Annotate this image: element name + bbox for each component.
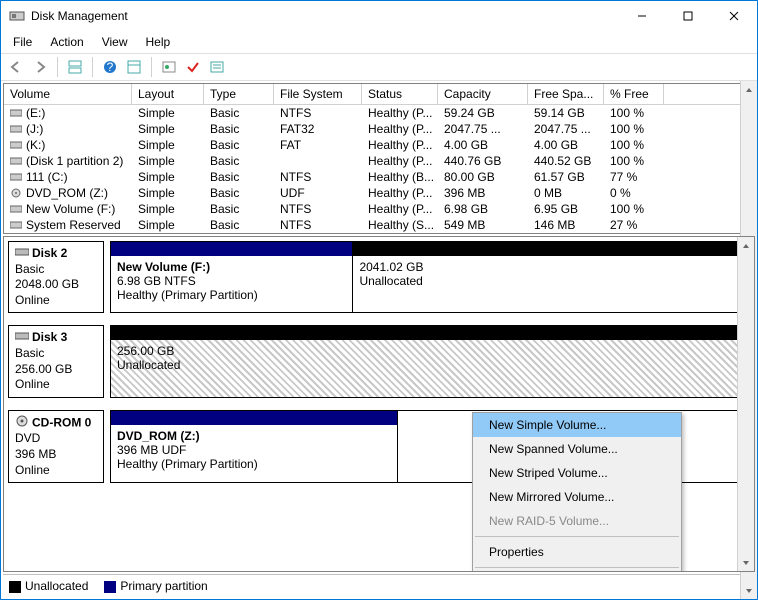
- forward-button[interactable]: [29, 56, 51, 78]
- disc-icon: [15, 415, 29, 432]
- menu-file[interactable]: File: [5, 33, 40, 51]
- column-volume[interactable]: Volume: [4, 84, 132, 104]
- disk-row: Disk 2 Basic 2048.00 GB Online New Volum…: [8, 241, 750, 313]
- partition-bar: [353, 242, 749, 256]
- table-row[interactable]: (E:)SimpleBasicNTFSHealthy (P...59.24 GB…: [4, 105, 754, 121]
- volume-list: Volume Layout Type File System Status Ca…: [3, 83, 755, 234]
- refresh-icon[interactable]: [158, 56, 180, 78]
- scroll-down-icon[interactable]: [738, 554, 754, 571]
- scroll-up-icon[interactable]: [741, 81, 757, 98]
- disk-icon: [15, 330, 29, 346]
- disk-management-window: Disk Management File Action View Help ? …: [0, 0, 758, 600]
- partition-unallocated[interactable]: 2041.02 GB Unallocated: [353, 242, 749, 312]
- toolbar: ?: [1, 53, 757, 81]
- column-capacity[interactable]: Capacity: [438, 84, 528, 104]
- list-icon[interactable]: [206, 56, 228, 78]
- partition-unallocated[interactable]: 256.00 GB Unallocated: [111, 326, 749, 396]
- window-title: Disk Management: [31, 9, 619, 23]
- scrollbar[interactable]: [737, 237, 754, 571]
- menu-help[interactable]: Help: [138, 33, 179, 51]
- content-area: Volume Layout Type File System Status Ca…: [1, 81, 757, 599]
- volume-list-body[interactable]: (E:)SimpleBasicNTFSHealthy (P...59.24 GB…: [4, 105, 754, 233]
- menu-separator: [475, 567, 679, 568]
- table-row[interactable]: 111 (C:)SimpleBasicNTFSHealthy (B...80.0…: [4, 169, 754, 185]
- column-layout[interactable]: Layout: [132, 84, 204, 104]
- table-row[interactable]: DVD_ROM (Z:)SimpleBasicUDFHealthy (P...3…: [4, 185, 754, 201]
- column-pct-free[interactable]: % Free: [604, 84, 664, 104]
- check-icon[interactable]: [182, 56, 204, 78]
- scroll-up-icon[interactable]: [738, 237, 754, 254]
- table-row[interactable]: System ReservedSimpleBasicNTFSHealthy (S…: [4, 217, 754, 233]
- disk-info[interactable]: Disk 2 Basic 2048.00 GB Online: [8, 241, 104, 313]
- titlebar[interactable]: Disk Management: [1, 1, 757, 31]
- legend: Unallocated Primary partition: [3, 574, 755, 597]
- close-button[interactable]: [711, 1, 757, 31]
- app-icon: [9, 8, 25, 24]
- disk-icon: [15, 246, 29, 262]
- menu-help[interactable]: Help: [473, 571, 681, 572]
- menu-new-mirrored-volume[interactable]: New Mirrored Volume...: [473, 485, 681, 509]
- help-icon[interactable]: ?: [99, 56, 121, 78]
- table-row[interactable]: New Volume (F:)SimpleBasicNTFSHealthy (P…: [4, 201, 754, 217]
- partition-bar: [111, 411, 397, 425]
- menu-view[interactable]: View: [94, 33, 136, 51]
- table-row[interactable]: (K:)SimpleBasicFATHealthy (P...4.00 GB4.…: [4, 137, 754, 153]
- column-free[interactable]: Free Spa...: [528, 84, 604, 104]
- menu-new-raid5-volume: New RAID-5 Volume...: [473, 509, 681, 533]
- back-button[interactable]: [5, 56, 27, 78]
- partition-primary[interactable]: DVD_ROM (Z:) 396 MB UDF Healthy (Primary…: [111, 411, 398, 482]
- menu-new-striped-volume[interactable]: New Striped Volume...: [473, 461, 681, 485]
- menu-new-spanned-volume[interactable]: New Spanned Volume...: [473, 437, 681, 461]
- context-menu: New Simple Volume... New Spanned Volume.…: [472, 412, 682, 572]
- table-row[interactable]: (Disk 1 partition 2)SimpleBasicHealthy (…: [4, 153, 754, 169]
- legend-unallocated: Unallocated: [9, 579, 88, 593]
- settings-icon[interactable]: [123, 56, 145, 78]
- minimize-button[interactable]: [619, 1, 665, 31]
- disk-row: Disk 3 Basic 256.00 GB Online 256.00 GB …: [8, 325, 750, 397]
- partition-primary[interactable]: New Volume (F:) 6.98 GB NTFS Healthy (Pr…: [111, 242, 353, 312]
- column-status[interactable]: Status: [362, 84, 438, 104]
- legend-primary: Primary partition: [104, 579, 207, 593]
- menu-action[interactable]: Action: [42, 33, 91, 51]
- menubar: File Action View Help: [1, 31, 757, 53]
- menu-properties[interactable]: Properties: [473, 540, 681, 564]
- partition-bar: [111, 242, 352, 256]
- disk-info[interactable]: CD-ROM 0 DVD 396 MB Online: [8, 410, 104, 483]
- maximize-button[interactable]: [665, 1, 711, 31]
- column-type[interactable]: Type: [204, 84, 274, 104]
- volume-list-header: Volume Layout Type File System Status Ca…: [4, 84, 754, 105]
- menu-new-simple-volume[interactable]: New Simple Volume...: [473, 413, 681, 437]
- disk-partitions: New Volume (F:) 6.98 GB NTFS Healthy (Pr…: [110, 241, 750, 313]
- disk-graphical-view[interactable]: Disk 2 Basic 2048.00 GB Online New Volum…: [3, 236, 755, 572]
- column-filesystem[interactable]: File System: [274, 84, 362, 104]
- scroll-down-icon[interactable]: [741, 582, 757, 599]
- svg-text:?: ?: [107, 60, 114, 74]
- partition-bar: [111, 326, 749, 340]
- disk-info[interactable]: Disk 3 Basic 256.00 GB Online: [8, 325, 104, 397]
- view-split-icon[interactable]: [64, 56, 86, 78]
- menu-separator: [475, 536, 679, 537]
- disk-partitions: 256.00 GB Unallocated: [110, 325, 750, 397]
- table-row[interactable]: (J:)SimpleBasicFAT32Healthy (P...2047.75…: [4, 121, 754, 137]
